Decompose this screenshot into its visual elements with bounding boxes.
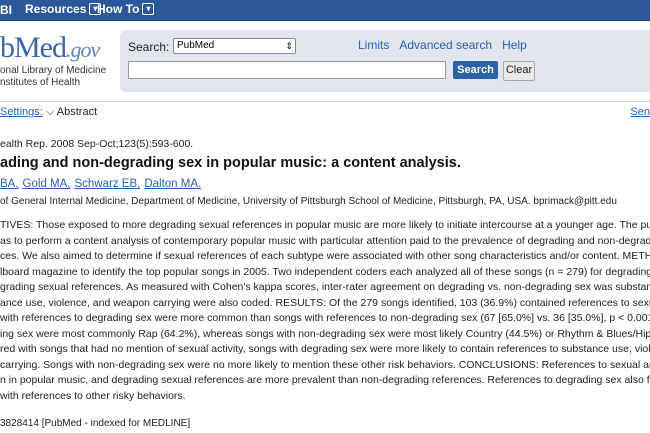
database-select[interactable]: PubMed ⇕ xyxy=(173,38,296,54)
logo-subtitle-2: nstitutes of Health xyxy=(0,77,81,88)
abstract-line: n in popular music, and degrading sexual… xyxy=(0,374,650,386)
chevron-down-icon: ⌵ xyxy=(46,106,57,118)
help-link[interactable]: Help xyxy=(502,38,527,52)
abstract-line: with references to other risky behaviors… xyxy=(0,389,186,402)
search-button[interactable]: Search xyxy=(453,61,498,79)
ncbi-logo[interactable]: BI xyxy=(0,3,12,17)
display-settings-link[interactable]: Settings: xyxy=(0,106,43,118)
author-link[interactable]: BA, xyxy=(0,178,19,190)
display-format: ⌵ Abstract xyxy=(46,106,97,119)
clear-button[interactable]: Clear xyxy=(503,61,535,81)
search-label: Search: xyxy=(128,40,170,54)
pubmed-logo[interactable]: bMed.gov onal Library of Medicine nstitu… xyxy=(0,31,106,89)
top-navigation-bar: BI Resources ▾ How To ▾ xyxy=(0,0,650,21)
database-select-value: PubMed xyxy=(177,40,215,51)
search-panel: Search: PubMed ⇕ Limits Advanced search … xyxy=(120,30,650,92)
logo-text: bMed xyxy=(0,31,67,64)
author-link[interactable]: Schwarz EB, xyxy=(74,178,140,190)
display-format-value: Abstract xyxy=(56,106,98,118)
author-link[interactable]: Dalton MA. xyxy=(144,178,201,190)
chevron-down-icon: ▾ xyxy=(142,3,155,15)
abstract-line: ing sex were most commonly Rap (64.2%), … xyxy=(0,327,650,340)
abstract-line: red with songs that had no mention of se… xyxy=(0,343,650,355)
abstract-line: with references to degrading sex were mo… xyxy=(0,312,650,324)
send-to-link[interactable]: Sen xyxy=(630,106,650,118)
search-input[interactable] xyxy=(128,61,446,79)
advanced-search-link[interactable]: Advanced search xyxy=(399,38,492,52)
author-affiliation: of General Internal Medicine, Department… xyxy=(0,196,617,207)
abstract-line: lboard magazine to identify the top popu… xyxy=(0,265,650,278)
resources-menu-label: Resources xyxy=(25,2,87,16)
abstract-line: as to perform a content analysis of cont… xyxy=(0,234,650,247)
author-link[interactable]: Gold MA, xyxy=(23,178,71,190)
abstract-line: carrying. Songs with non-degrading sex w… xyxy=(0,358,650,371)
abstract-line: grading sexual references. As measured w… xyxy=(0,281,650,293)
journal-citation: ealth Rep. 2008 Sep-Oct;123(5):593-600. xyxy=(0,138,194,150)
abstract-line: ance use, violence, and weapon carrying … xyxy=(0,296,650,309)
resources-menu[interactable]: Resources ▾ xyxy=(25,2,102,16)
author-list: BA, Gold MA, Schwarz EB, Dalton MA. xyxy=(0,178,201,190)
abstract-line: TIVES: Those exposed to more degrading s… xyxy=(0,219,650,231)
how-to-menu[interactable]: How To ▾ xyxy=(97,2,155,16)
limits-link[interactable]: Limits xyxy=(358,38,389,52)
divider xyxy=(0,101,650,102)
select-arrows-icon: ⇕ xyxy=(285,41,293,51)
abstract-line: ces. We also aimed to determine if sexua… xyxy=(0,250,650,262)
search-links: Limits Advanced search Help xyxy=(358,38,527,52)
pmid-line: 3828414 [PubMed - indexed for MEDLINE] xyxy=(0,418,191,429)
how-to-menu-label: How To xyxy=(97,2,140,16)
logo-subtitle-1: onal Library of Medicine xyxy=(0,65,107,76)
page-header: bMed.gov onal Library of Medicine nstitu… xyxy=(0,21,650,96)
abstract-text: TIVES: Those exposed to more degrading s… xyxy=(0,218,650,404)
article-title: ading and non-degrading sex in popular m… xyxy=(0,155,461,171)
logo-gov: .gov xyxy=(66,37,100,62)
